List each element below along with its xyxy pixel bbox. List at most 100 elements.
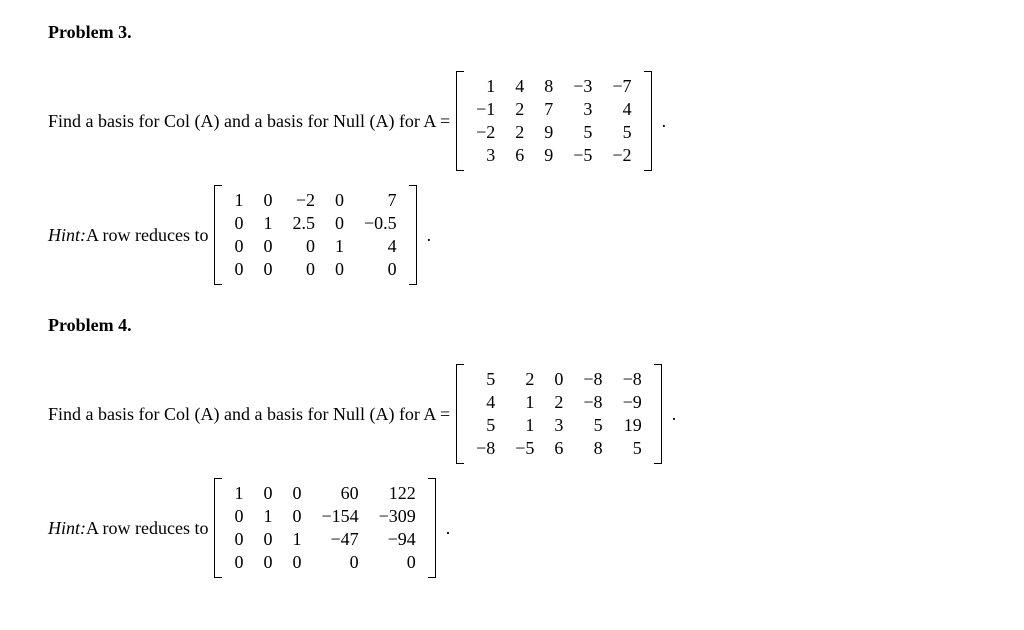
matrix-cell: −5 xyxy=(563,144,602,167)
problem-section: Problem 3. Find a basis for Col (A) and a… xyxy=(48,22,976,285)
matrix-row: 001−47−94 xyxy=(224,528,425,551)
matrix-cell: 0 xyxy=(253,189,282,212)
bracket-left xyxy=(456,364,464,464)
matrix-cell: 4 xyxy=(602,98,641,121)
matrix-reduced-grid: 10−207012.50−0.50001400000 xyxy=(224,189,406,281)
matrix-cell: −94 xyxy=(369,528,426,551)
matrix-cell: 2.5 xyxy=(282,212,325,235)
matrix-cell: 6 xyxy=(544,437,573,460)
matrix-cell: 1 xyxy=(224,482,253,505)
prompt-text: Find a basis for Col (A) and a basis for… xyxy=(48,404,450,425)
prompt-text: Find a basis for Col (A) and a basis for… xyxy=(48,111,450,132)
matrix-cell: 1 xyxy=(505,391,544,414)
matrix-cell: −2 xyxy=(282,189,325,212)
matrix-cell: 5 xyxy=(602,121,641,144)
matrix-cell: 5 xyxy=(466,368,505,391)
matrix-cell: 3 xyxy=(563,98,602,121)
matrix-cell: 122 xyxy=(369,482,426,505)
matrix-cell: 2 xyxy=(544,391,573,414)
matrix-cell: 0 xyxy=(253,528,282,551)
hint-label: Hint: xyxy=(48,518,86,539)
matrix-cell: −8 xyxy=(573,391,612,414)
matrix-cell: 0 xyxy=(282,258,325,281)
matrix-cell: 0 xyxy=(224,212,253,235)
matrix-cell: 8 xyxy=(573,437,612,460)
matrix-row: 148−3−7 xyxy=(466,75,641,98)
matrix-row: 10060122 xyxy=(224,482,425,505)
matrix-cell: 5 xyxy=(563,121,602,144)
matrix-row: −22955 xyxy=(466,121,641,144)
matrix-row: −12734 xyxy=(466,98,641,121)
matrix-cell: −2 xyxy=(602,144,641,167)
hint-line: Hint: A row reduces to10060122010−154−30… xyxy=(48,478,976,578)
matrix-cell: 0 xyxy=(325,258,354,281)
matrix-cell: 0 xyxy=(224,235,253,258)
matrix-cell: 9 xyxy=(534,144,563,167)
problem-title: Problem 3. xyxy=(48,22,976,43)
matrix-cell: 0 xyxy=(354,258,407,281)
matrix-cell: 3 xyxy=(466,144,505,167)
matrix-row: −8−5685 xyxy=(466,437,652,460)
prompt-line: Find a basis for Col (A) and a basis for… xyxy=(48,71,976,171)
period: . xyxy=(446,518,451,539)
period: . xyxy=(662,111,667,132)
bracket-right xyxy=(409,185,417,285)
matrix-cell: 5 xyxy=(613,437,652,460)
matrix-cell: 0 xyxy=(224,528,253,551)
matrix-cell: 7 xyxy=(534,98,563,121)
matrix-row: 010−154−309 xyxy=(224,505,425,528)
matrix-cell: 0 xyxy=(224,505,253,528)
prompt-line: Find a basis for Col (A) and a basis for… xyxy=(48,364,976,464)
matrix-cell: 0 xyxy=(282,235,325,258)
matrix-a: 148−3−7−12734−22955369−5−2 xyxy=(456,71,651,171)
matrix-cell: 1 xyxy=(253,212,282,235)
bracket-left xyxy=(214,478,222,578)
matrix-cell: −3 xyxy=(563,75,602,98)
matrix-cell: 4 xyxy=(466,391,505,414)
matrix-cell: 0 xyxy=(325,189,354,212)
matrix-cell: 7 xyxy=(354,189,407,212)
matrix-cell: −2 xyxy=(466,121,505,144)
matrix-cell: −9 xyxy=(613,391,652,414)
matrix-cell: 0 xyxy=(282,482,311,505)
matrix-a: 520−8−8412−8−9513519−8−5685 xyxy=(456,364,662,464)
matrix-cell: 8 xyxy=(534,75,563,98)
bracket-left xyxy=(456,71,464,171)
problem-title: Problem 4. xyxy=(48,315,976,336)
matrix-cell: 2 xyxy=(505,98,534,121)
matrix-cell: 1 xyxy=(505,414,544,437)
matrix-cell: 1 xyxy=(325,235,354,258)
bracket-right xyxy=(428,478,436,578)
matrix-cell: 2 xyxy=(505,368,544,391)
matrix-cell: 0 xyxy=(253,551,282,574)
matrix-cell: 0 xyxy=(253,258,282,281)
matrix-cell: 2 xyxy=(505,121,534,144)
matrix-reduced-grid: 10060122010−154−309001−47−9400000 xyxy=(224,482,425,574)
matrix-row: 513519 xyxy=(466,414,652,437)
hint-text: A row reduces to xyxy=(86,518,208,539)
matrix-cell: −8 xyxy=(466,437,505,460)
matrix-cell: −309 xyxy=(369,505,426,528)
period: . xyxy=(427,225,432,246)
matrix-row: 00000 xyxy=(224,551,425,574)
hint-text: A row reduces to xyxy=(86,225,208,246)
matrix-cell: 3 xyxy=(544,414,573,437)
matrix-cell: −8 xyxy=(573,368,612,391)
matrix-cell: 0 xyxy=(325,212,354,235)
bracket-right xyxy=(644,71,652,171)
hint-line: Hint: A row reduces to10−207012.50−0.500… xyxy=(48,185,976,285)
matrix-cell: 6 xyxy=(505,144,534,167)
matrix-cell: −47 xyxy=(311,528,368,551)
matrix-row: 00014 xyxy=(224,235,406,258)
matrix-cell: 1 xyxy=(253,505,282,528)
matrix-reduced: 10−207012.50−0.50001400000 xyxy=(214,185,416,285)
bracket-left xyxy=(214,185,222,285)
matrix-cell: 9 xyxy=(534,121,563,144)
matrix-row: 520−8−8 xyxy=(466,368,652,391)
matrix-row: 412−8−9 xyxy=(466,391,652,414)
matrix-cell: 0 xyxy=(253,482,282,505)
matrix-cell: −0.5 xyxy=(354,212,407,235)
matrix-cell: 0 xyxy=(544,368,573,391)
matrix-cell: 0 xyxy=(282,505,311,528)
matrix-cell: 0 xyxy=(311,551,368,574)
